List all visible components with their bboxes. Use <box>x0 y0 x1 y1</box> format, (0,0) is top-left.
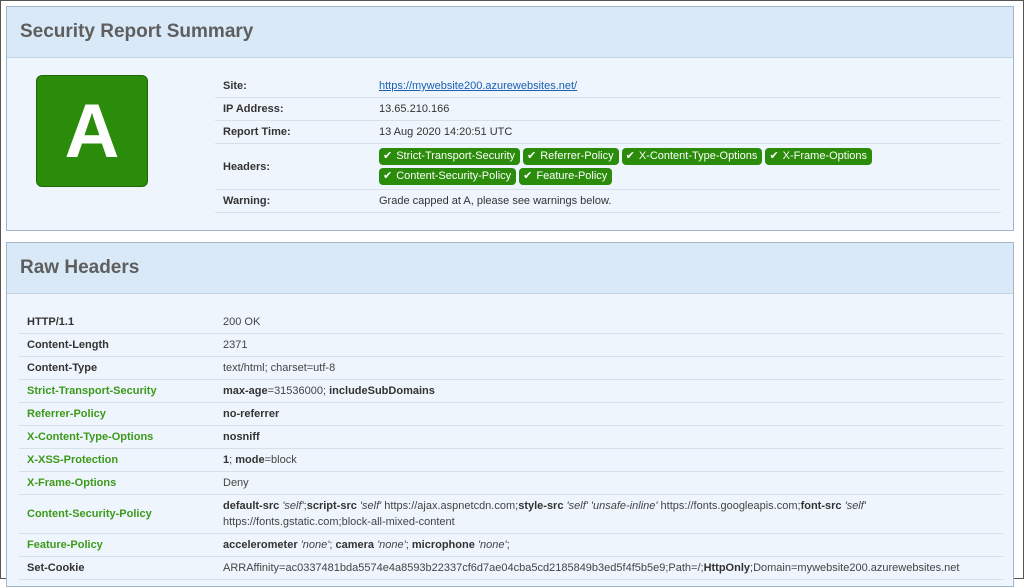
check-icon: ✔ <box>527 150 537 162</box>
header-value: 200 OK <box>215 311 1003 334</box>
summary-header: Security Report Summary <box>7 7 1013 58</box>
header-name: X-Content-Type-Options <box>19 425 215 449</box>
check-icon: ✔ <box>383 150 393 162</box>
site-link[interactable]: https://mywebsite200.azurewebsites.net/ <box>379 80 577 92</box>
header-badge-label: Content-Security-Policy <box>396 170 512 182</box>
header-value: accelerometer 'none'; camera 'none'; mic… <box>215 533 1003 557</box>
table-row: Referrer-Policy no-referrer <box>19 402 1003 426</box>
header-badge-label: X-Content-Type-Options <box>638 150 758 162</box>
headers-label: Headers: <box>215 143 371 190</box>
raw-headers-table: HTTP/1.1 200 OK Content-Length 2371 Cont… <box>19 311 1003 580</box>
table-row: X-Frame-Options Deny <box>19 471 1003 495</box>
check-icon: ✔ <box>625 150 635 162</box>
table-row: Content-Length 2371 <box>19 333 1003 357</box>
header-value: 2371 <box>215 333 1003 357</box>
table-row: X-Content-Type-Options nosniff <box>19 425 1003 449</box>
raw-headers-title: Raw Headers <box>20 257 140 278</box>
header-name: Feature-Policy <box>19 533 215 557</box>
header-badge[interactable]: ✔ Referrer-Policy <box>523 148 619 165</box>
table-row: HTTP/1.1 200 OK <box>19 311 1003 334</box>
report-time-value: 13 Aug 2020 14:20:51 UTC <box>371 120 1001 144</box>
header-badge[interactable]: ✔ Strict-Transport-Security <box>379 148 521 165</box>
table-row: Strict-Transport-Security max-age=315360… <box>19 379 1003 403</box>
header-badge-label: Feature-Policy <box>536 170 608 182</box>
header-name: Set-Cookie <box>19 556 215 580</box>
header-name: Strict-Transport-Security <box>19 379 215 403</box>
header-value: max-age=31536000; includeSubDomains <box>215 379 1003 403</box>
table-row: Content-Security-Policy default-src 'sel… <box>19 494 1003 534</box>
summary-row-site: Site: https://mywebsite200.azurewebsites… <box>215 75 1001 98</box>
header-name: Content-Security-Policy <box>19 494 215 534</box>
table-row: X-XSS-Protection 1; mode=block <box>19 448 1003 472</box>
header-value: nosniff <box>215 425 1003 449</box>
raw-headers-panel: Raw Headers HTTP/1.1 200 OK Content-Leng… <box>6 242 1014 587</box>
grade-badge: A <box>36 75 148 187</box>
header-badge-label: Strict-Transport-Security <box>396 150 516 162</box>
header-badge[interactable]: ✔ X-Frame-Options <box>765 148 873 165</box>
header-name: HTTP/1.1 <box>19 311 215 334</box>
table-row: Feature-Policy accelerometer 'none'; cam… <box>19 533 1003 557</box>
summary-row-headers: Headers: ✔ Strict-Transport-Security ✔ Ref… <box>215 143 1001 190</box>
header-name: X-XSS-Protection <box>19 448 215 472</box>
header-badges: ✔ Strict-Transport-Security ✔ Referrer-Pol… <box>379 148 939 185</box>
header-name: Referrer-Policy <box>19 402 215 426</box>
summary-row-ip: IP Address: 13.65.210.166 <box>215 97 1001 121</box>
check-icon: ✔ <box>383 170 393 182</box>
check-icon: ✔ <box>523 170 533 182</box>
table-row: Set-Cookie ARRAffinity=ac0337481bda5574e… <box>19 556 1003 580</box>
header-badge[interactable]: ✔ Feature-Policy <box>519 168 613 185</box>
summary-row-warning: Warning: Grade capped at A, please see w… <box>215 189 1001 213</box>
summary-title: Security Report Summary <box>20 21 254 42</box>
ip-label: IP Address: <box>215 97 371 121</box>
header-badge[interactable]: ✔ X-Content-Type-Options <box>621 148 763 165</box>
site-label: Site: <box>215 75 371 98</box>
header-name: X-Frame-Options <box>19 471 215 495</box>
security-report-summary-panel: Security Report Summary A Site: https://… <box>6 6 1014 231</box>
header-name: Content-Type <box>19 356 215 380</box>
header-value: ARRAffinity=ac0337481bda5574e4a8593b2233… <box>215 556 1003 580</box>
header-value: Deny <box>215 471 1003 495</box>
ip-value: 13.65.210.166 <box>371 97 1001 121</box>
header-value: no-referrer <box>215 402 1003 426</box>
header-value: default-src 'self';script-src 'self' htt… <box>215 494 1003 534</box>
summary-table: Site: https://mywebsite200.azurewebsites… <box>215 75 1001 213</box>
report-time-label: Report Time: <box>215 120 371 144</box>
check-icon: ✔ <box>769 150 779 162</box>
table-row: Content-Type text/html; charset=utf-8 <box>19 356 1003 380</box>
summary-row-time: Report Time: 13 Aug 2020 14:20:51 UTC <box>215 120 1001 144</box>
header-name: Content-Length <box>19 333 215 357</box>
raw-headers-header: Raw Headers <box>7 243 1013 294</box>
header-badge[interactable]: ✔ Content-Security-Policy <box>379 168 517 185</box>
warning-value: Grade capped at A, please see warnings b… <box>371 189 1001 213</box>
header-badge-label: Referrer-Policy <box>540 150 614 162</box>
header-value: 1; mode=block <box>215 448 1003 472</box>
header-value: text/html; charset=utf-8 <box>215 356 1003 380</box>
warning-label: Warning: <box>215 189 371 213</box>
header-badge-label: X-Frame-Options <box>782 150 868 162</box>
